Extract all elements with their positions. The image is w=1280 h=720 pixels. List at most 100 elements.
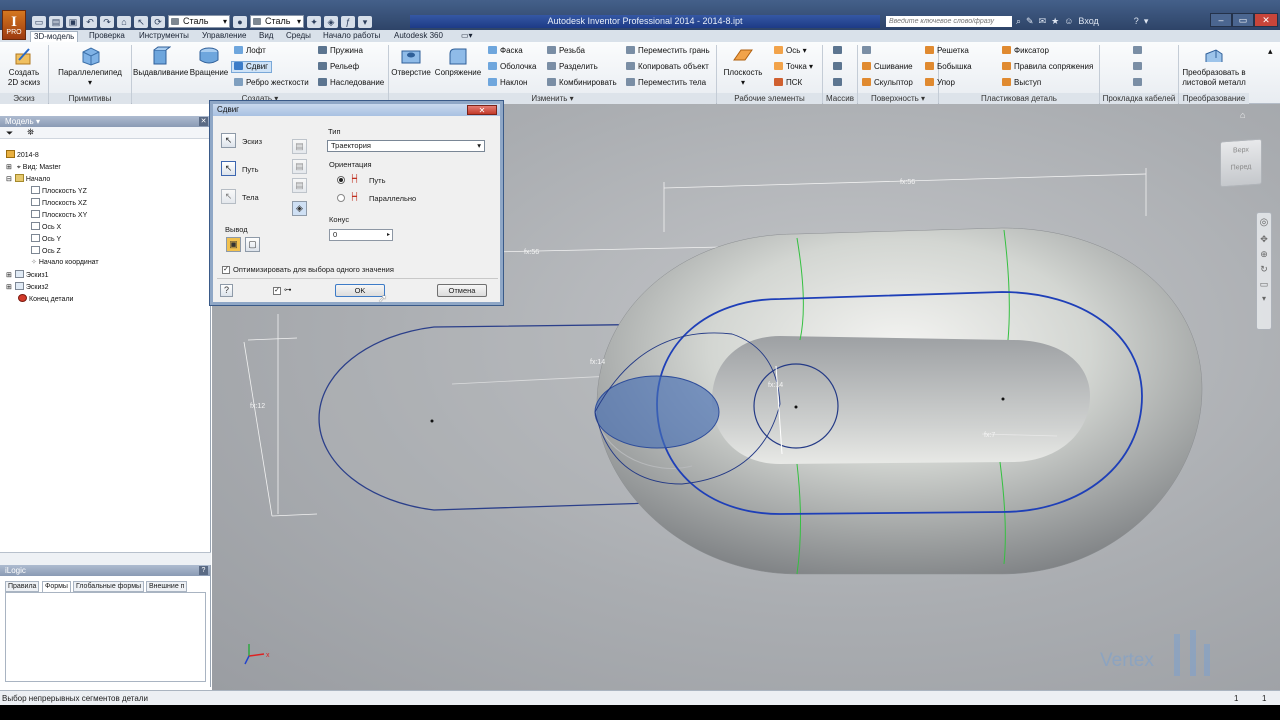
circ-pattern-button[interactable]: [833, 62, 845, 72]
taper-input[interactable]: 0 ▸: [329, 229, 393, 241]
rib-button[interactable]: Ребро жесткости: [234, 78, 309, 88]
rule-fillet-button[interactable]: Правила сопряжения: [1002, 62, 1093, 72]
cut-button[interactable]: ▤: [292, 159, 307, 174]
snap-fit-button[interactable]: Фиксатор: [1002, 46, 1049, 56]
help-icon[interactable]: ?: [1134, 15, 1139, 28]
shell-button[interactable]: Оболочка: [488, 62, 536, 72]
tab-view[interactable]: Вид: [256, 31, 276, 42]
revolve-button[interactable]: Вращение: [189, 46, 229, 78]
mirror-button[interactable]: [833, 78, 845, 88]
tree-item-plane-yz[interactable]: Плоскость YZ: [31, 186, 87, 196]
intersect-button[interactable]: ▤: [292, 178, 307, 193]
tree-item-axis-y[interactable]: Ось Y: [31, 234, 61, 244]
ucs-button[interactable]: ПСК: [774, 78, 802, 88]
type-select[interactable]: Траектория ▾: [327, 140, 485, 152]
dimension-label[interactable]: fx:14: [768, 382, 783, 389]
undo-icon[interactable]: ↶: [83, 15, 97, 28]
surface-tool-button[interactable]: [862, 46, 874, 56]
grill-button[interactable]: Решетка: [925, 46, 969, 56]
tab-tools[interactable]: Инструменты: [136, 31, 192, 42]
ilogic-help-icon[interactable]: ?: [199, 566, 208, 575]
tab-manage[interactable]: Управление: [199, 31, 249, 42]
rect-pattern-button[interactable]: [833, 46, 845, 56]
orient-parallel-radio[interactable]: [337, 194, 345, 202]
steering-wheel-icon[interactable]: ◎: [1257, 217, 1271, 228]
split-button[interactable]: Разделить: [547, 62, 598, 72]
dimension-label[interactable]: fx:12: [250, 403, 265, 410]
minimize-button[interactable]: –: [1210, 13, 1232, 27]
sculpt-button[interactable]: Скульптор: [862, 78, 913, 88]
sign-in-link[interactable]: Вход: [1078, 15, 1098, 28]
tab-more-icon[interactable]: ▭▾: [458, 31, 476, 42]
path-select-button[interactable]: ↖: [221, 161, 236, 176]
home-icon[interactable]: ⌂: [117, 15, 131, 28]
tab-environments[interactable]: Среды: [283, 31, 314, 42]
binoculars-icon[interactable]: ⌕: [1016, 15, 1021, 28]
pan-icon[interactable]: ✥: [1257, 234, 1271, 245]
dimension-label[interactable]: fx:14: [590, 359, 605, 366]
redo-icon[interactable]: ↷: [100, 15, 114, 28]
orbit-icon[interactable]: ↻: [1257, 264, 1271, 275]
appearance-icon[interactable]: ●: [233, 15, 247, 28]
ilogic-header[interactable]: iLogic?: [0, 565, 210, 576]
tree-item-axis-x[interactable]: Ось X: [31, 222, 61, 232]
dialog-close-button[interactable]: ✕: [467, 105, 497, 115]
binoculars-icon[interactable]: ⛯: [27, 127, 34, 138]
user-icon[interactable]: ☺: [1064, 15, 1073, 28]
solids-select-button[interactable]: ↖: [221, 189, 236, 204]
tree-item-sketch1[interactable]: ⊞ Эскиз1: [6, 270, 48, 280]
viewcube-front[interactable]: Перед: [1221, 163, 1261, 173]
output-solid-button[interactable]: ▣: [226, 237, 241, 252]
profile-select-button[interactable]: ↖: [221, 133, 236, 148]
tree-item-end-of-part[interactable]: Конец детали: [18, 294, 73, 304]
tree-root[interactable]: 2014-8: [6, 150, 39, 160]
material-select[interactable]: Сталь: [168, 15, 230, 28]
stitch-button[interactable]: Сшивание: [862, 62, 913, 72]
move-bodies-button[interactable]: Переместить тела: [626, 78, 706, 88]
select-icon[interactable]: ↖: [134, 15, 148, 28]
harness-tool-3[interactable]: [1133, 78, 1145, 88]
join-button[interactable]: ▤: [292, 139, 307, 154]
axis-button[interactable]: Ось ▾: [774, 46, 807, 56]
tree-item-view[interactable]: ⊞ ⌖ Вид: Master: [6, 162, 61, 172]
viewcube-top[interactable]: Верх: [1221, 146, 1261, 156]
point-button[interactable]: Точка ▾: [774, 62, 813, 72]
browser-close-icon[interactable]: ✕: [199, 117, 208, 126]
sweep-button[interactable]: Сдвиг: [231, 61, 273, 73]
taper-arrow-icon[interactable]: ▸: [387, 230, 390, 240]
tree-item-axis-z[interactable]: Ось Z: [31, 246, 61, 256]
save-icon[interactable]: ▣: [66, 15, 80, 28]
tree-item-plane-xz[interactable]: Плоскость XZ: [31, 198, 87, 208]
dimension-label[interactable]: fx:7: [984, 432, 995, 439]
tree-item-sketch2[interactable]: ⊞ Эскиз2: [6, 282, 48, 292]
derive-button[interactable]: Наследование: [318, 78, 384, 88]
boss-button[interactable]: Бобышка: [925, 62, 972, 72]
look-at-icon[interactable]: ▭: [1257, 279, 1271, 290]
favorites-icon[interactable]: ★: [1051, 15, 1059, 28]
new-solid-button[interactable]: ◈: [292, 201, 307, 216]
ilogic-tab-rules[interactable]: Правила: [5, 581, 40, 592]
tab-autodesk-360[interactable]: Autodesk 360: [391, 31, 446, 42]
subscription-icon[interactable]: ✎: [1026, 15, 1034, 28]
harness-tool-1[interactable]: [1133, 46, 1145, 56]
convert-sheet-metal-button[interactable]: Преобразовать в листовой металл: [1180, 46, 1248, 88]
help-menu-icon[interactable]: ▾: [1144, 15, 1149, 28]
panel-surface[interactable]: Поверхность ▾: [858, 93, 938, 104]
draft-button[interactable]: Наклон: [488, 78, 527, 88]
hole-button[interactable]: Отверстие: [390, 46, 432, 78]
help-icon[interactable]: ?: [220, 284, 233, 297]
chamfer-button[interactable]: Фаска: [488, 46, 523, 56]
harness-tool-2[interactable]: [1133, 62, 1145, 72]
ilogic-tab-forms[interactable]: Формы: [42, 581, 71, 592]
filter-icon[interactable]: ⏷: [6, 128, 13, 139]
create-sketch-button[interactable]: Создать 2D эскиз: [6, 46, 42, 88]
zoom-icon[interactable]: ⊕: [1257, 249, 1271, 260]
ilogic-tab-global-forms[interactable]: Глобальные формы: [73, 581, 145, 592]
communication-icon[interactable]: ✉: [1039, 15, 1047, 28]
lip-button[interactable]: Выступ: [1002, 78, 1041, 88]
coil-button[interactable]: Пружина: [318, 46, 363, 56]
loft-button[interactable]: Лофт: [234, 46, 266, 56]
appearance-select[interactable]: Сталь: [250, 15, 304, 28]
ribbon-collapse-icon[interactable]: ▴: [1268, 46, 1273, 56]
preview-checkbox[interactable]: ✓: [273, 287, 281, 295]
